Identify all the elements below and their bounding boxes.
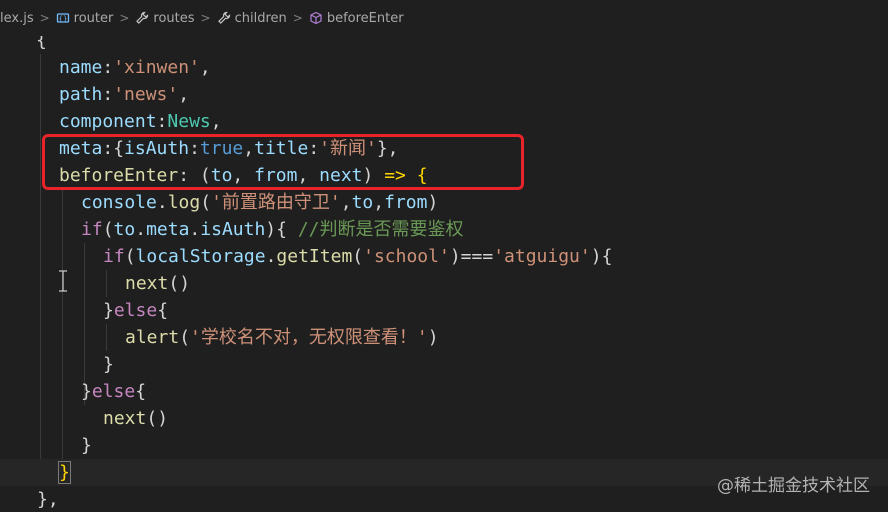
open-brace: {	[36, 36, 47, 51]
code-comment: //判断是否需要鉴权	[297, 219, 464, 240]
wrench-icon	[135, 11, 149, 25]
breadcrumb-file-label: lex.js	[0, 10, 34, 26]
else-keyword: else	[91, 381, 136, 402]
else-keyword: else	[113, 300, 158, 321]
getitem-function: getItem	[276, 246, 353, 267]
code-editor[interactable]: { name:'xinwen', path:'news', component:…	[0, 36, 888, 512]
breadcrumb-item-router[interactable]: {} router	[56, 10, 114, 26]
log-message: '前置路由守卫'	[211, 192, 341, 213]
close-brace: }	[81, 435, 92, 456]
chevron-right-icon: >	[119, 11, 130, 25]
prop-meta: meta	[146, 219, 190, 240]
cube-icon	[309, 11, 323, 25]
svg-text:{}: {}	[58, 15, 67, 23]
alert-call: alert	[125, 327, 180, 348]
code-line[interactable]: name:'xinwen',	[0, 54, 888, 81]
key-component: component	[59, 111, 157, 132]
var-to: to	[113, 219, 136, 240]
prop-isauth: isAuth	[200, 219, 266, 240]
key-name: name	[59, 57, 103, 78]
key-path: path	[59, 84, 103, 105]
if-keyword: if	[103, 246, 125, 267]
breadcrumb-item-beforeenter[interactable]: beforeEnter	[309, 11, 404, 26]
annotation-highlight-box	[42, 134, 524, 190]
wrench-icon	[217, 11, 231, 25]
value-component: News	[167, 111, 211, 132]
string-atguigu: 'atguigu'	[493, 246, 591, 267]
breadcrumb-routes-label: routes	[153, 10, 195, 26]
value-name: 'xinwen'	[113, 57, 200, 78]
close-brace-comma: },	[37, 489, 59, 510]
module-icon: {}	[56, 11, 70, 25]
breadcrumb-children-label: children	[234, 10, 287, 26]
chevron-right-icon: >	[200, 11, 211, 25]
breadcrumb: lex.js > {} router > routes > children >…	[0, 0, 888, 36]
chevron-right-icon: >	[39, 11, 50, 25]
log-function: log	[167, 192, 201, 213]
arg-from: from	[384, 192, 428, 213]
value-path: 'news'	[113, 84, 179, 105]
breadcrumb-item-routes[interactable]: routes	[135, 10, 195, 26]
close-brace-matched: }	[58, 461, 71, 484]
localstorage-object: localStorage	[135, 246, 266, 267]
code-line[interactable]: {	[0, 36, 888, 54]
alert-message: '学校名不对，无权限查看！'	[190, 327, 428, 348]
chevron-right-icon: >	[292, 11, 303, 25]
close-brace: }	[103, 354, 114, 375]
string-school: 'school'	[363, 246, 450, 267]
text-cursor-icon	[58, 270, 68, 292]
next-call: next	[103, 408, 147, 429]
breadcrumb-beforeenter-label: beforeEnter	[326, 10, 404, 26]
code-line[interactable]: if(to.meta.isAuth){ //判断是否需要鉴权	[0, 216, 888, 243]
code-line[interactable]: }	[0, 351, 888, 378]
console-object: console	[81, 192, 157, 213]
code-line[interactable]: }else{	[0, 297, 888, 324]
code-line[interactable]: }	[0, 432, 888, 459]
breadcrumb-router-label: router	[73, 10, 114, 26]
code-line[interactable]: next()	[0, 405, 888, 432]
code-line[interactable]: path:'news',	[0, 81, 888, 108]
watermark: @稀土掘金技术社区	[717, 476, 870, 496]
if-keyword: if	[81, 219, 103, 240]
breadcrumb-item-children[interactable]: children	[217, 11, 287, 26]
code-line[interactable]: if(localStorage.getItem('school')==='atg…	[0, 243, 888, 270]
code-line[interactable]: alert('学校名不对，无权限查看！')	[0, 324, 888, 351]
breadcrumb-item-file[interactable]: lex.js	[0, 11, 34, 26]
code-line[interactable]: console.log('前置路由守卫',to,from)	[0, 189, 888, 216]
code-line[interactable]: }else{	[0, 378, 888, 405]
code-line[interactable]: next()	[0, 270, 888, 297]
code-line[interactable]: component:News,	[0, 108, 888, 135]
next-call: next	[125, 273, 169, 294]
arg-to: to	[351, 192, 374, 213]
